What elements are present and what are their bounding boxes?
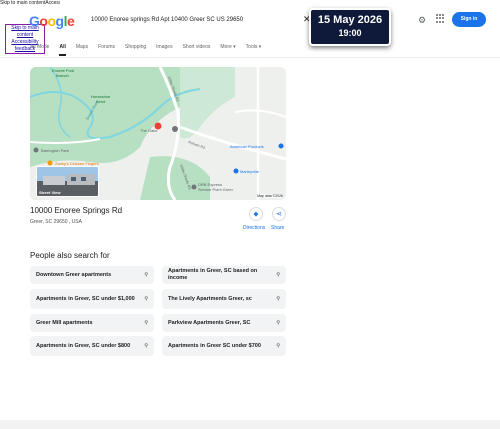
directions-icon[interactable]: ⬥ (249, 207, 263, 221)
tab-maps[interactable]: Maps (76, 42, 88, 52)
place-name: 10000 Enoree Springs Rd (30, 206, 123, 215)
settings-gear-icon[interactable]: ⚙ (418, 15, 426, 26)
place-address: Greer, SC 29650 , USA (30, 219, 82, 225)
tab-all[interactable]: All (59, 42, 67, 56)
page-footer (0, 420, 500, 429)
search-icon: ⚲ (276, 343, 280, 349)
related-search-chip[interactable]: Apartments in Greer, SC under $1,000 ⚲ (30, 289, 154, 309)
search-input[interactable]: 10000 Enoree springs Rd Apt 10400 Greer … (83, 11, 313, 29)
related-search-chip[interactable]: The Lively Apartments Greer, sc ⚲ (162, 289, 286, 309)
related-search-chip[interactable]: Greer Mill apartments ⚲ (30, 314, 154, 332)
related-search-chip[interactable]: Apartments in Greer, SC under $800 ⚲ (30, 336, 154, 356)
tab-shopping[interactable]: Shopping (125, 42, 146, 52)
badge-time: 19:00 (338, 28, 362, 38)
tab-tools[interactable]: Tools ▾ (246, 42, 262, 52)
map-label: American Products (230, 144, 264, 149)
map-label: Branch (56, 73, 69, 78)
search-icon: ⚲ (276, 272, 280, 278)
badge-date: 15 May 2026 (317, 14, 383, 26)
search-tabs: All Mode All Maps Forums Shopping Images… (30, 42, 271, 56)
search-icon: ⚲ (276, 320, 280, 326)
map-attribution: Map data ©2026 (257, 194, 283, 198)
search-icon: ⚲ (276, 296, 280, 302)
share-icon[interactable]: ⋖ (272, 207, 286, 221)
tab-short-videos[interactable]: Short videos (183, 42, 211, 52)
map-label: Barrington Park (41, 148, 69, 153)
street-view-label: Street View (39, 190, 61, 195)
search-icon: ⚲ (144, 296, 148, 302)
tabs-divider (0, 57, 500, 58)
related-search-chip[interactable]: Apartments in Greer, SC based on income ⚲ (162, 266, 286, 284)
skip-content-link[interactable]: content (6, 32, 44, 39)
related-search-chip[interactable]: Parkview Apartments Greer, SC ⚲ (162, 314, 286, 332)
google-logo[interactable]: Google (29, 13, 75, 29)
search-icon: ⚲ (144, 320, 148, 326)
people-also-search-title: People also search for (30, 251, 110, 260)
tab-forums[interactable]: Forums (98, 42, 115, 52)
map-label: Service Point Greer (198, 187, 234, 192)
map-label: The Oaks (140, 128, 157, 133)
search-icon: ⚲ (144, 272, 148, 278)
skip-links-text: Skip to main contentAccessibility help (0, 0, 60, 6)
date-time-badge: 15 May 2026 19:00 (309, 8, 391, 46)
share-button[interactable]: Share (271, 225, 284, 231)
street-view-thumbnail[interactable]: Street View (36, 166, 99, 197)
map-label: Marleyville (240, 169, 260, 174)
tab-ai-mode[interactable]: All Mode (30, 42, 49, 52)
sign-in-button[interactable]: Sign in (452, 12, 486, 27)
directions-button[interactable]: Directions (243, 225, 265, 231)
related-search-chip[interactable]: Apartments in Greer SC under $700 ⚲ (162, 336, 286, 356)
search-icon: ⚲ (144, 343, 148, 349)
tab-images[interactable]: Images (156, 42, 172, 52)
tab-more[interactable]: More ▾ (220, 42, 235, 52)
google-apps-icon[interactable] (436, 14, 445, 23)
related-search-chip[interactable]: Downtown Greer apartments ⚲ (30, 266, 154, 284)
